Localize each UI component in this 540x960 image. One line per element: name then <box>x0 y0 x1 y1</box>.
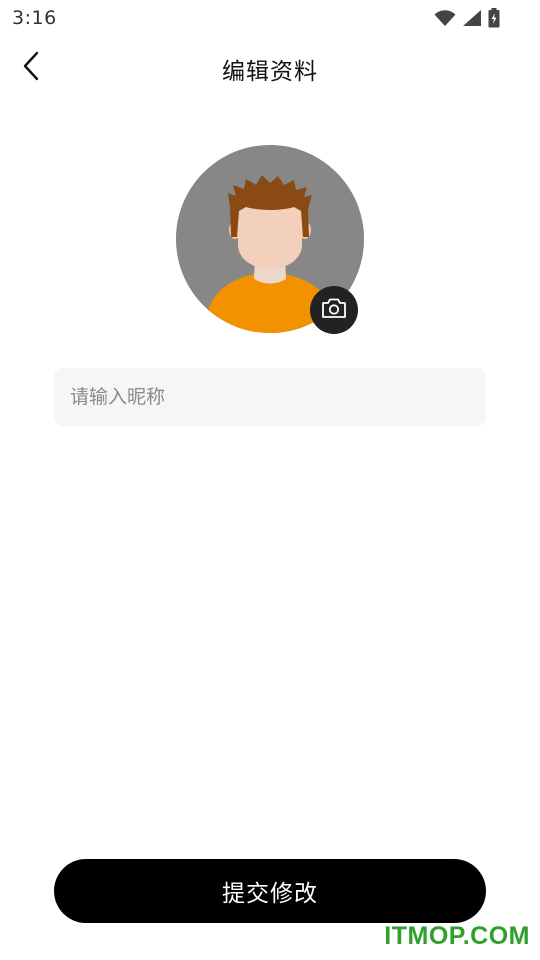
status-time: 3:16 <box>12 7 57 29</box>
nickname-input[interactable] <box>54 368 486 426</box>
nav-bar: 编辑资料 <box>0 40 540 96</box>
watermark: ITMOP.COM <box>384 922 530 950</box>
change-avatar-button[interactable] <box>310 286 358 334</box>
cellular-signal-icon <box>462 9 482 27</box>
submit-button-label: 提交修改 <box>222 881 318 907</box>
avatar-section <box>176 145 364 334</box>
status-bar: 3:16 <box>0 0 540 36</box>
camera-icon <box>321 297 347 323</box>
submit-button[interactable]: 提交修改 <box>54 859 486 923</box>
battery-charging-icon <box>488 8 500 28</box>
nickname-field <box>54 368 486 426</box>
status-icons <box>434 7 500 29</box>
wifi-icon <box>434 9 456 27</box>
page-title: 编辑资料 <box>222 59 318 85</box>
